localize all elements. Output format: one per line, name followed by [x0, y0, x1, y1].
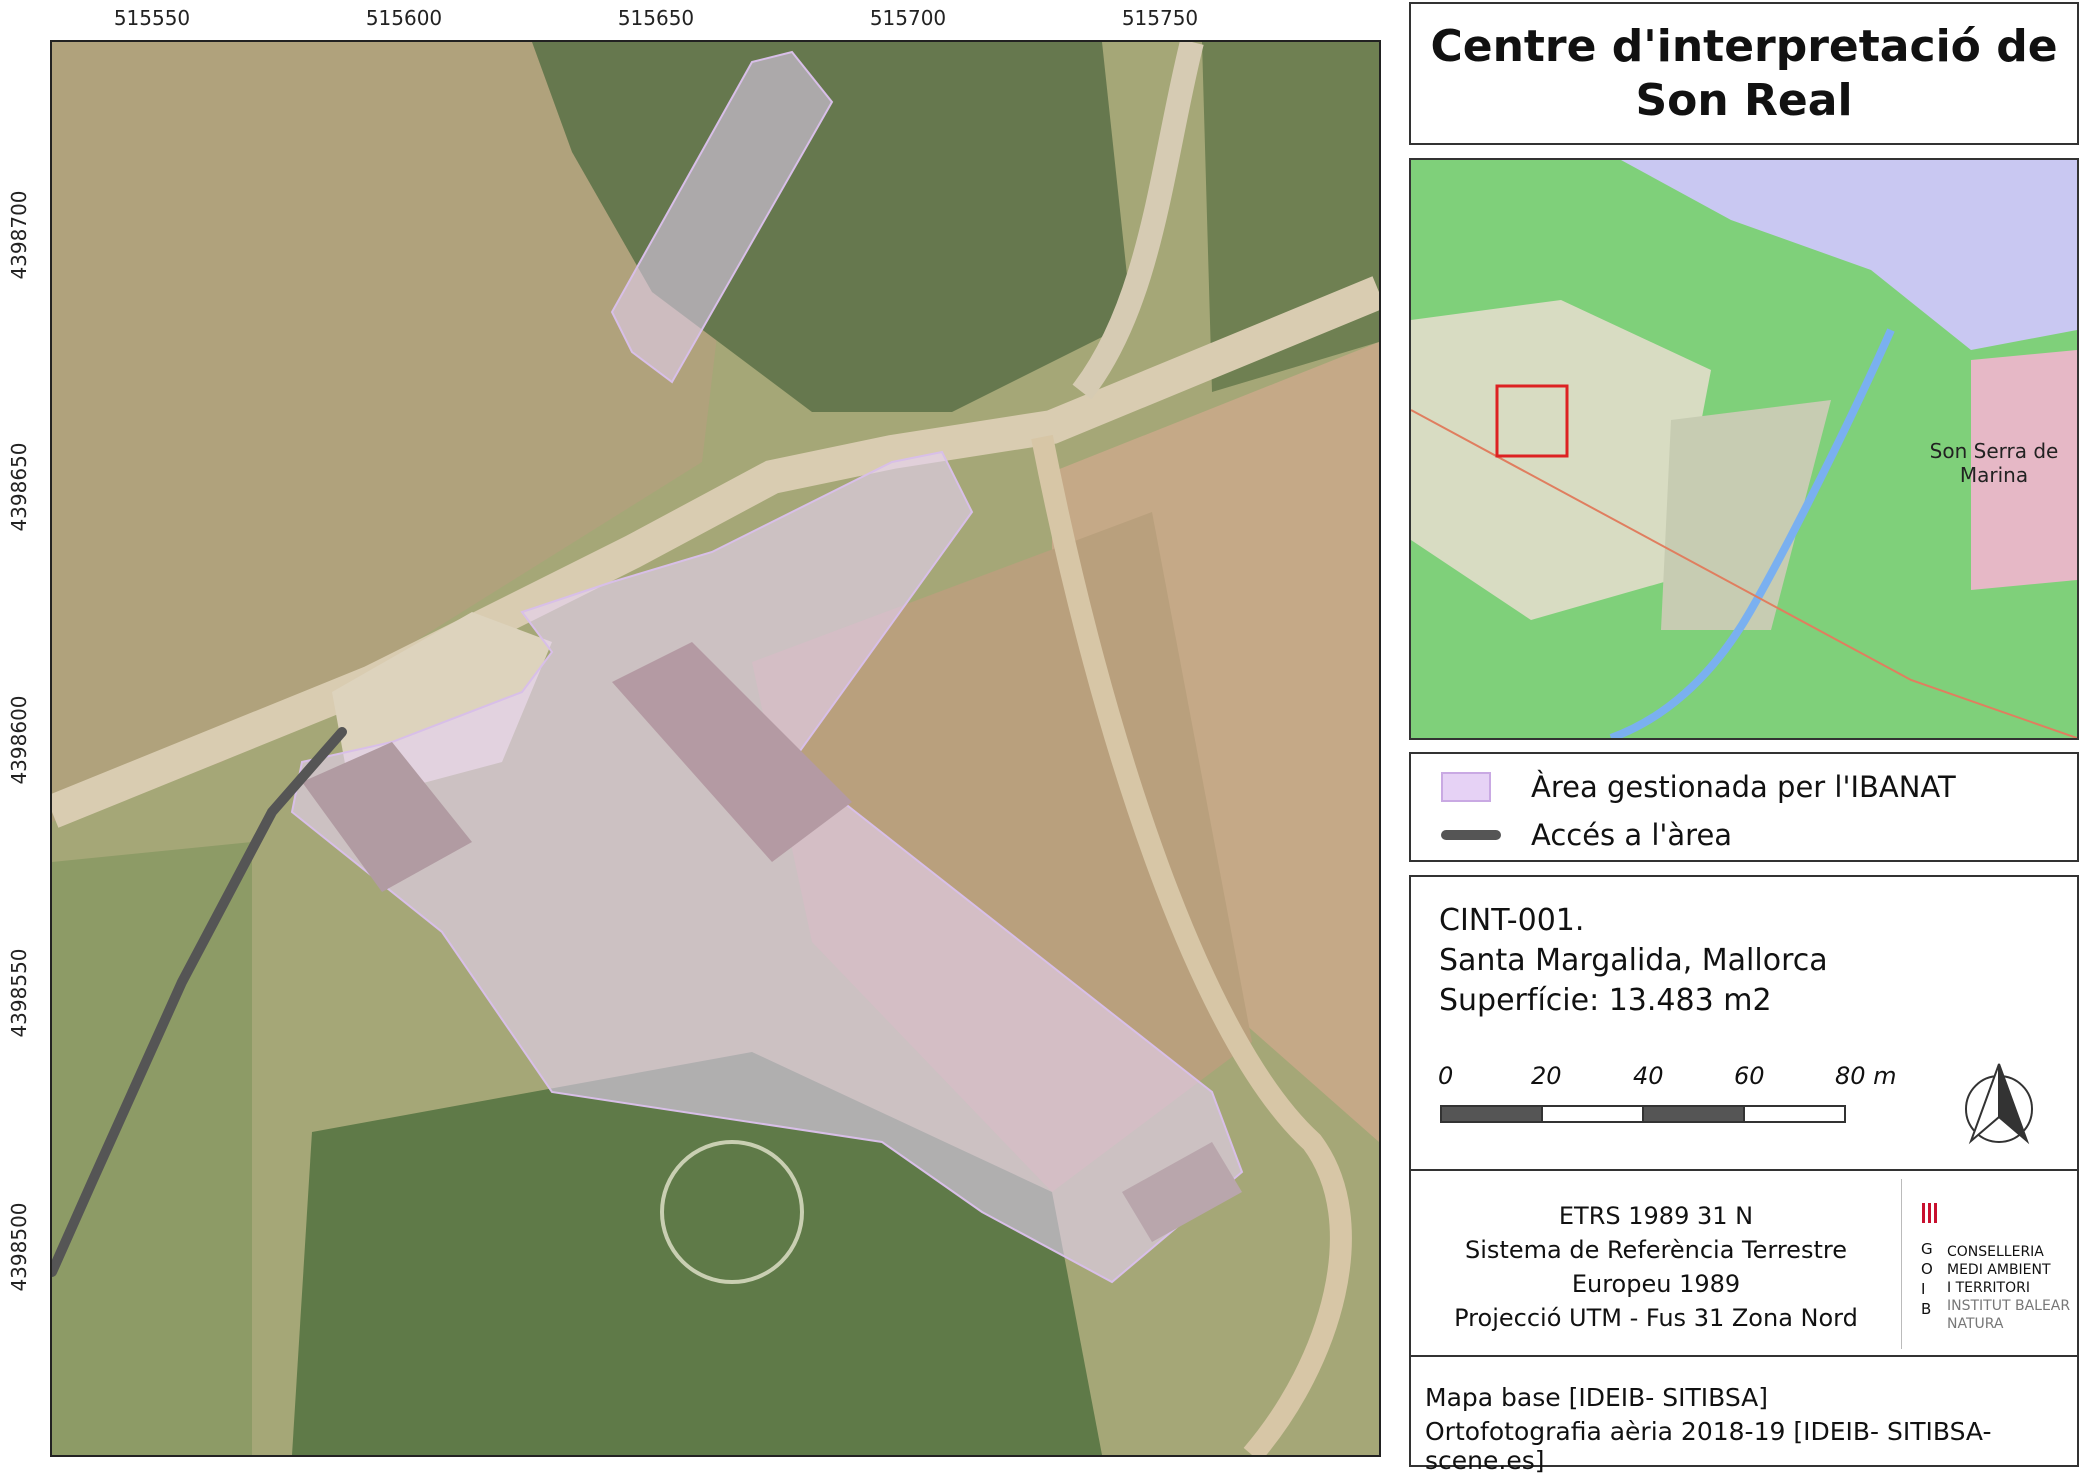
field-southwest	[52, 842, 252, 1455]
scale-label: 40	[1633, 1062, 1664, 1090]
scale-label: 60	[1734, 1062, 1765, 1090]
aerial-map[interactable]	[50, 40, 1381, 1457]
panel-divider	[1901, 1179, 1902, 1349]
crs-line: ETRS 1989 31 N	[1558, 1202, 1754, 1230]
scale-label: 20	[1531, 1062, 1562, 1090]
scale-bar	[1440, 1105, 1846, 1123]
legend-area-swatch	[1441, 772, 1491, 802]
y-tick-label: 4398500	[7, 1202, 31, 1292]
govern-logo: G O I B CONSELLERIA MEDI AMBIENT I TERRI…	[1917, 1201, 2077, 1351]
logo-text: CONSELLERIA MEDI AMBIENT I TERRITORI INS…	[1947, 1244, 2071, 1332]
legend-label: Àrea gestionada per l'IBANAT	[1531, 770, 1956, 804]
site-area: Superfície: 13.483 m2	[1439, 983, 1772, 1018]
inset-place-label: Son Serra de	[1930, 439, 2059, 463]
legend-item-area: Àrea gestionada per l'IBANAT	[1441, 770, 1956, 804]
y-tick-label: 4398650	[7, 442, 31, 532]
source-panel: Mapa base [IDEIB- SITIBSA] Ortofotografi…	[1409, 1355, 2079, 1475]
coat-of-arms-icon	[1921, 1201, 1939, 1225]
crs-panel: ETRS 1989 31 N Sistema de Referència Ter…	[1409, 1169, 2079, 1359]
legend-label: Accés a l'àrea	[1531, 818, 1733, 852]
logo-letters: G O I B	[1921, 1240, 1933, 1318]
scale-label: 0	[1438, 1062, 1454, 1090]
crs-text: ETRS 1989 31 N Sistema de Referència Ter…	[1411, 1199, 1901, 1335]
crs-line: Sistema de Referència Terrestre	[1465, 1236, 1847, 1264]
y-tick-label: 4398600	[7, 695, 31, 785]
inset-map[interactable]: Son Serra de Marina	[1409, 158, 2079, 740]
info-panel: CINT-001. Santa Margalida, Mallorca Supe…	[1409, 875, 2079, 1175]
site-location: Santa Margalida, Mallorca	[1439, 943, 1828, 978]
x-tick-label: 515550	[113, 6, 191, 30]
source-line: Ortofotografia aèria 2018-19 [IDEIB- SIT…	[1425, 1417, 1992, 1475]
north-arrow-icon	[1965, 1063, 2033, 1145]
inset-place-label: Marina	[1960, 463, 2028, 487]
legend-item-access: Accés a l'àrea	[1441, 818, 1732, 852]
map-title: Centre d'interpretació de Son Real	[1430, 20, 2058, 126]
scale-label: 80 m	[1835, 1062, 1897, 1090]
title-panel: Centre d'interpretació de Son Real	[1409, 2, 2079, 145]
source-line: Mapa base [IDEIB- SITIBSA]	[1425, 1383, 1769, 1412]
x-tick-label: 515750	[1121, 6, 1199, 30]
x-tick-label: 515650	[617, 6, 695, 30]
x-tick-label: 515700	[869, 6, 947, 30]
x-tick-label: 515600	[365, 6, 443, 30]
legend-access-swatch	[1441, 830, 1501, 840]
legend-panel: Àrea gestionada per l'IBANAT Accés a l'à…	[1409, 752, 2079, 862]
inset-map-svg: Son Serra de Marina	[1411, 160, 2077, 738]
y-tick-label: 4398700	[7, 190, 31, 280]
aerial-map-svg	[52, 42, 1379, 1455]
crs-line: Europeu 1989	[1571, 1270, 1741, 1298]
y-tick-label: 4398550	[7, 948, 31, 1038]
crs-line: Projecció UTM - Fus 31 Zona Nord	[1454, 1304, 1858, 1332]
site-code: CINT-001.	[1439, 903, 1585, 938]
